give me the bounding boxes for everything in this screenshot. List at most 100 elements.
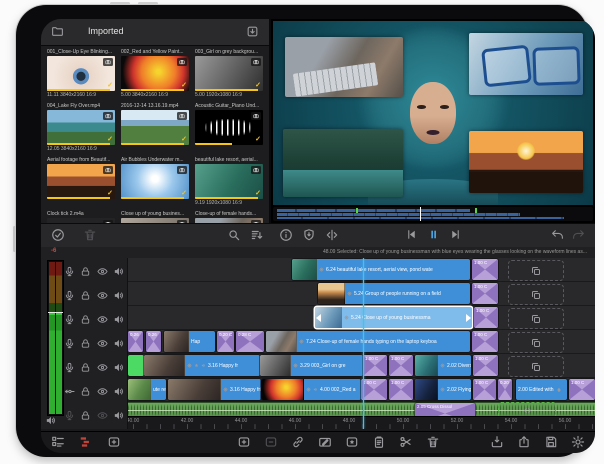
track-controls-overlay-track-5 [61,284,127,306]
pip-sunset-crowd [469,131,583,193]
overwrite-clip-button[interactable] [264,435,278,449]
import-button[interactable] [490,435,504,449]
lock-icon[interactable] [80,410,91,421]
eye-icon[interactable] [97,386,108,397]
paste-placeholder[interactable] [508,260,564,281]
lock-icon[interactable] [80,338,91,349]
split-clip-button[interactable] [399,435,413,449]
delete-clip-button[interactable] [426,435,440,449]
eye-icon[interactable] [97,290,108,301]
library-grid: 001_Close-Up Eye Blinking...✓11.11 3840x… [41,46,269,223]
timeline-ruler[interactable]: 40.0042.0044.0046.0048.0050.0052.0054.00… [128,416,595,429]
checkmark-icon: ✓ [255,190,261,197]
ruler-tick-label: 50.00 [397,418,410,424]
bottom-toolbar [41,431,595,453]
lock-icon[interactable] [80,266,91,277]
paste-placeholder[interactable] [508,308,564,329]
library-item[interactable]: 003_Girl on grey backgrou...✓5.00 1920x1… [195,48,263,102]
edit-clip-button[interactable] [318,435,332,449]
ruler-tick-label: 46.00 [289,418,302,424]
library-item-name: 003_Girl on grey backgrou... [195,48,263,56]
share-export-button[interactable] [517,435,531,449]
delete-media-button[interactable] [83,228,97,242]
library-item[interactable]: beautiful lake resort, aerial...✓9.19 19… [195,156,263,210]
copy-clip-button[interactable] [372,435,386,449]
library-item[interactable]: Aerial footage from Beautif...✓ [47,156,115,210]
library-item[interactable]: Acoustic Guitar_Piano Und...✓ [195,102,263,156]
library-item[interactable]: Clock tick 2.m4a [47,210,115,223]
markers-button[interactable] [79,435,93,449]
library-item-info [121,145,189,153]
trim-mode-button[interactable] [325,228,339,242]
checkmark-icon: ✓ [181,136,187,143]
maintrack-icon[interactable] [64,386,75,397]
paste-placeholder[interactable] [508,284,564,305]
select-clips-button[interactable] [51,228,65,242]
next-frame-button[interactable] [449,228,462,241]
library-item[interactable]: 2016-12-14 13.16.19.mp4✓ [121,102,189,156]
speaker-icon[interactable] [113,338,124,349]
library-item[interactable]: Close-up of female hands... [195,210,263,223]
play-pause-button[interactable] [427,228,440,241]
frame-badge-button[interactable] [302,228,316,242]
monitor-volume-icon[interactable] [45,415,56,426]
eye-icon[interactable] [97,266,108,277]
library-item[interactable]: 001_Close-Up Eye Blinking...✓11.11 3840x… [47,48,115,102]
lock-icon[interactable] [80,362,91,373]
save-project-button[interactable] [544,435,558,449]
paste-placeholder[interactable] [508,356,564,377]
track-controls-column [41,258,128,429]
timeline-overview-scrubber[interactable] [273,207,593,221]
settings-button[interactable] [571,435,585,449]
sort-button[interactable] [250,228,264,242]
ruler-tick-label: 48.00 [343,418,356,424]
paste-placeholder[interactable] [508,332,564,353]
status-bar: -6 48.09 Selected: Close up of young bus… [41,247,595,258]
speaker-icon[interactable] [113,362,124,373]
timeline-playhead[interactable] [363,258,364,429]
speaker-icon[interactable] [113,290,124,301]
redo-button[interactable] [572,228,585,241]
mic-icon[interactable] [64,338,75,349]
search-button[interactable] [227,228,241,242]
mic-icon[interactable] [64,290,75,301]
mic-icon[interactable] [64,266,75,277]
overview-playhead[interactable] [420,207,421,221]
eye-icon[interactable] [97,362,108,373]
folder-icon[interactable] [51,25,64,38]
camera-icon [177,112,187,120]
library-item[interactable]: 004_Lake Fly Over.mp4✓12.05 3840x2160 16… [47,102,115,156]
import-media-icon[interactable] [246,25,259,38]
add-track-button[interactable] [107,435,121,449]
eye-icon[interactable] [97,338,108,349]
eye-icon[interactable] [97,314,108,325]
lock-icon[interactable] [80,290,91,301]
usage-progress-bar [195,197,258,199]
library-item[interactable]: Close up of young busines... [121,210,189,223]
undo-button[interactable] [551,228,564,241]
link-clips-button[interactable] [291,435,305,449]
eye-icon[interactable] [97,410,108,421]
library-item[interactable]: 002_Red and Yellow Paint...✓5.00 3840x21… [121,48,189,102]
speaker-icon[interactable] [113,386,124,397]
previous-frame-button[interactable] [405,228,418,241]
lock-icon[interactable] [80,314,91,325]
mic-icon[interactable] [64,410,75,421]
insert-clip-button[interactable] [237,435,251,449]
library-item-name: Close up of young busines... [121,210,189,218]
transition-clip[interactable]: 1.00 C [569,379,595,400]
speaker-icon[interactable] [113,266,124,277]
pip-typing-hands [285,37,403,97]
favorite-clip-button[interactable] [345,435,359,449]
mic-icon[interactable] [64,314,75,325]
library-item[interactable]: Air Bubbles Underwater m...✓ [121,156,189,210]
mic-icon[interactable] [64,362,75,373]
lock-icon[interactable] [80,386,91,397]
project-clips-button[interactable] [51,435,65,449]
usage-progress-bar [121,89,184,91]
speaker-icon[interactable] [113,410,124,421]
clip-info-button[interactable] [279,228,293,242]
library-header: Imported [41,19,269,46]
track-controls-overlay-track-3 [61,332,127,354]
speaker-icon[interactable] [113,314,124,325]
